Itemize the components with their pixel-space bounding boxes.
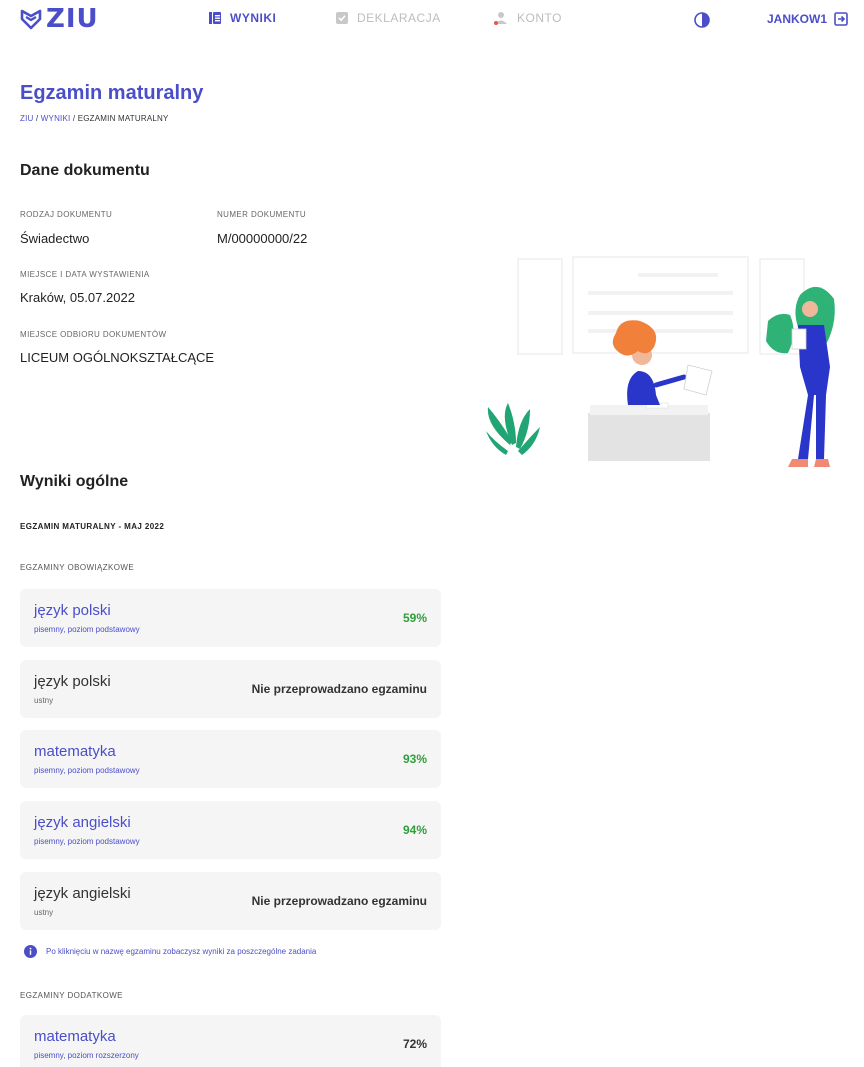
document-number-label: NUMER DOKUMENTU [217,210,307,219]
pickup-place-label: MIEJSCE ODBIORU DOKUMENTÓW [20,330,167,339]
exam-result: Nie przeprowadzano egzaminu [251,682,427,696]
exam-card-math-basic[interactable]: matematyka pisemny, poziom podstawowy 93… [20,730,441,788]
logo-text: ZIU [46,4,99,34]
section-title-document: Dane dokumentu [20,162,150,179]
top-navigation: ZIU WYNIKI DEKLARACJA KONTO JANKOW1 [0,0,864,42]
breadcrumb-wyniki[interactable]: WYNIKI [41,114,71,123]
nav-item-deklaracja-label: DEKLARACJA [357,11,441,25]
exam-result: 93% [402,752,427,766]
user-menu[interactable]: JANKOW1 [767,11,849,27]
document-type-label: RODZAJ DOKUMENTU [20,210,113,219]
clipboard-icon [336,12,348,24]
document-number-value: M/00000000/22 [217,231,308,246]
exam-result: 72% [402,1037,427,1051]
contrast-icon [694,12,710,28]
exam-detail: pisemny, poziom podstawowy [34,837,140,846]
contrast-toggle[interactable] [694,12,710,33]
breadcrumb: ZIU / WYNIKI / EGZAMIN MATURALNY [20,114,169,123]
info-note: Po kliknięciu w nazwę egzaminu zobaczysz… [24,945,316,958]
ziu-logo-icon [20,9,42,30]
mandatory-exams-label: EGZAMINY OBOWIĄZKOWE [20,563,135,572]
exam-result: 59% [402,611,427,625]
nav-item-konto-label: KONTO [517,11,562,25]
exam-name: język polski [34,673,111,690]
place-date-label: MIEJSCE I DATA WYSTAWIENIA [20,270,150,279]
page-title: Egzamin maturalny [20,82,204,104]
additional-exams-label: EGZAMINY DODATKOWE [20,991,123,1000]
pickup-place-value: LICEUM OGÓLNOKSZTAŁCĄCE [20,350,215,365]
info-note-text: Po kliknięciu w nazwę egzaminu zobaczysz… [46,947,317,956]
user-icon [494,12,507,25]
exam-name[interactable]: język angielski [34,814,131,831]
exam-result: 94% [402,823,427,837]
username: JANKOW1 [767,12,828,26]
nav-item-wyniki[interactable]: WYNIKI [208,11,276,25]
section-title-results: Wyniki ogólne [20,473,129,490]
breadcrumb-separator: / [33,114,41,123]
document-type-value: Świadectwo [20,231,90,246]
exam-card-english-written[interactable]: język angielski pisemny, poziom podstawo… [20,801,441,859]
exam-detail: pisemny, poziom podstawowy [34,625,140,634]
exam-card-polish-oral: język polski ustny Nie przeprowadzano eg… [20,660,441,718]
breadcrumb-separator: / [70,114,78,123]
logout-icon[interactable] [833,11,849,27]
exam-detail: pisemny, poziom rozszerzony [34,1051,139,1060]
exam-card-math-extended[interactable]: matematyka pisemny, poziom rozszerzony 7… [20,1015,441,1067]
list-icon [209,12,221,24]
exam-result: Nie przeprowadzano egzaminu [251,894,427,908]
exam-detail: ustny [34,908,54,917]
exam-detail: pisemny, poziom podstawowy [34,766,140,775]
illustration-exam [486,256,835,467]
exam-name[interactable]: matematyka [34,743,116,760]
exam-name[interactable]: język polski [34,602,111,619]
exam-card-english-oral: język angielski ustny Nie przeprowadzano… [20,872,441,930]
exam-session-label: EGZAMIN MATURALNY - MAJ 2022 [20,522,165,531]
exam-name: język angielski [34,885,131,902]
nav-item-wyniki-label: WYNIKI [230,11,277,25]
exam-detail: ustny [34,696,54,705]
place-date-value: Kraków, 05.07.2022 [20,290,135,305]
nav-item-deklaracja[interactable]: DEKLARACJA [335,11,441,25]
exam-name[interactable]: matematyka [34,1028,116,1045]
logo[interactable]: ZIU [20,4,99,34]
breadcrumb-ziu[interactable]: ZIU [20,114,34,123]
info-icon [24,945,37,958]
breadcrumb-current: EGZAMIN MATURALNY [77,114,169,123]
exam-card-polish-written[interactable]: język polski pisemny, poziom podstawowy … [20,589,441,647]
nav-item-konto[interactable]: KONTO [493,11,562,25]
